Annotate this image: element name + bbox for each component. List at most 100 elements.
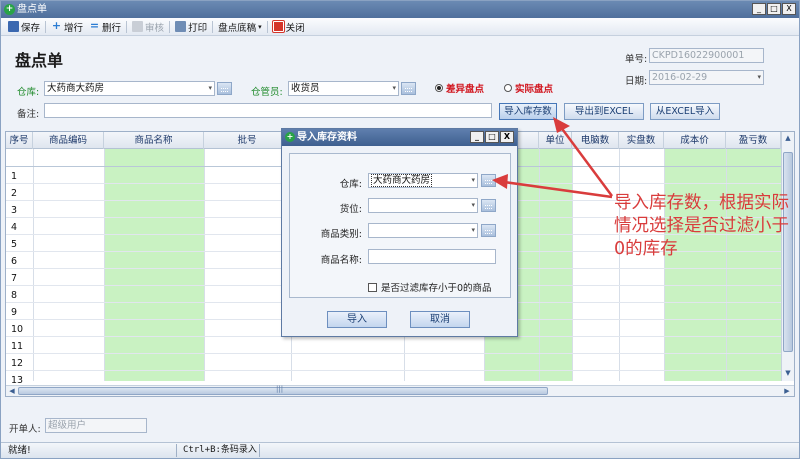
dialog-name-input[interactable] [368, 249, 496, 264]
add-row-label: 增行 [64, 22, 84, 34]
scroll-up-icon[interactable]: ▲ [783, 133, 793, 143]
chevron-down-icon: ▾ [757, 73, 761, 81]
dialog-warehouse-lookup-button[interactable] [481, 174, 496, 187]
mode-actual-radio[interactable]: 实际盘点 [504, 81, 553, 95]
chevron-down-icon: ▾ [258, 22, 262, 31]
row-number: 7 [11, 273, 18, 284]
warehouse-select[interactable]: 大药商大药房 ▾ [44, 81, 215, 96]
annotation-text: 导入库存数，根据实际情况选择是否过滤小于0的库存 [614, 193, 789, 259]
dialog-category-select[interactable]: ▾ [368, 223, 478, 238]
radio-unchecked-icon [504, 84, 512, 92]
dialog-import-button[interactable]: 导入 [327, 311, 387, 328]
dialog-location-label: 货位: [339, 204, 362, 215]
row-number: 12 [11, 358, 24, 369]
print-button[interactable]: 打印 [172, 19, 210, 35]
export-excel-button[interactable]: 导出到EXCEL [564, 103, 644, 120]
dialog-category-lookup-button[interactable] [481, 224, 496, 237]
window-title: 盘点单 [17, 4, 47, 15]
column-header-unit[interactable]: 单位 [539, 132, 572, 149]
status-text: 就绪! [8, 445, 31, 456]
audit-label: 审核 [145, 22, 165, 34]
dialog-location-lookup-button[interactable] [481, 199, 496, 212]
keeper-label: 仓管员: [251, 87, 283, 98]
scroll-right-icon[interactable]: ▶ [782, 386, 792, 396]
chevron-down-icon: ▾ [471, 176, 475, 184]
column-header-index[interactable]: 序号 [6, 132, 33, 149]
doc-no-label: 单号: [625, 54, 648, 65]
warehouse-lookup-button[interactable] [217, 82, 232, 95]
maker-field[interactable]: 超级用户 [45, 418, 147, 433]
window-controls: _ □ X [752, 3, 796, 15]
form-title: 盘点单 [15, 51, 64, 70]
column-header-cost[interactable]: 成本价 [664, 132, 726, 149]
scroll-down-icon[interactable]: ▼ [783, 368, 793, 378]
chevron-down-icon: ▾ [471, 201, 475, 209]
scroll-grip-icon: ||| [276, 385, 284, 393]
audit-button[interactable]: 审核 [129, 19, 167, 35]
barcode-hint: Ctrl+B:条码录入 [183, 445, 257, 455]
row-number: 2 [11, 188, 18, 199]
warehouse-label: 仓库: [17, 87, 40, 98]
minus-icon: = [89, 19, 100, 32]
column-header-actual-qty[interactable]: 实盘数 [619, 132, 664, 149]
minimize-button[interactable]: _ [752, 3, 766, 15]
close-form-button[interactable]: 关闭 [270, 19, 308, 35]
doc-no-field[interactable]: CKPD16022900001 [649, 48, 764, 63]
toolbar-separator [126, 20, 128, 33]
delete-row-button[interactable]: = 删行 [86, 19, 124, 35]
scroll-left-icon[interactable]: ◀ [7, 386, 17, 396]
dialog-body: 仓库: 大药商大药房 ▾ 货位: ▾ 商品类别: ▾ 商品名称: 是否过滤库存小… [289, 153, 511, 298]
row-number: 10 [11, 324, 24, 335]
chevron-down-icon: ▾ [208, 84, 212, 92]
save-button[interactable]: 保存 [5, 19, 43, 35]
app-plus-icon: + [4, 4, 15, 15]
date-label: 日期: [625, 76, 648, 87]
import-stock-button[interactable]: 导入库存数 [499, 103, 557, 120]
dialog-cancel-button[interactable]: 取消 [410, 311, 470, 328]
column-header-diff-qty[interactable]: 盈亏数 [726, 132, 781, 149]
keeper-select[interactable]: 收货员 ▾ [288, 81, 399, 96]
toolbar-separator [266, 20, 268, 33]
dialog-minimize-button[interactable]: _ [470, 131, 484, 143]
filter-negative-label: 是否过滤库存小于0的商品 [381, 283, 492, 294]
grid-horizontal-scrollbar[interactable]: ◀ ||| ▶ [6, 385, 794, 396]
mode-diff-radio[interactable]: 差异盘点 [435, 81, 484, 95]
column-header-system-qty[interactable]: 电脑数 [572, 132, 619, 149]
column-header-code[interactable]: 商品编码 [33, 132, 104, 149]
keeper-lookup-button[interactable] [401, 82, 416, 95]
maximize-button[interactable]: □ [767, 3, 781, 15]
audit-icon [132, 21, 144, 32]
close-icon [271, 20, 285, 33]
toolbar-separator [212, 20, 214, 33]
save-icon [8, 21, 19, 32]
row-number: 9 [11, 307, 18, 318]
draft-dropdown-button[interactable]: 盘点底稿 ▾ [215, 19, 265, 35]
dialog-warehouse-value: 大药商大药房 [371, 174, 433, 187]
row-number: 1 [11, 171, 18, 182]
app-plus-icon: + [285, 132, 295, 142]
row-divider [6, 370, 781, 371]
dialog-title-bar: + 导入库存资料 _ □ X [282, 129, 517, 146]
dialog-warehouse-label: 仓库: [339, 179, 362, 190]
date-picker[interactable]: 2016-02-29 ▾ [649, 70, 764, 85]
remark-input[interactable] [44, 103, 492, 118]
keeper-value: 收货员 [291, 83, 320, 94]
row-divider [6, 353, 781, 354]
add-row-button[interactable]: + 增行 [48, 19, 86, 35]
row-number: 11 [11, 341, 24, 352]
toolbar-separator [45, 20, 47, 33]
dialog-location-select[interactable]: ▾ [368, 198, 478, 213]
dialog-warehouse-select[interactable]: 大药商大药房 ▾ [368, 173, 478, 188]
date-value: 2016-02-29 [652, 72, 708, 83]
title-bar: + 盘点单 _ □ X [1, 1, 799, 18]
dialog-close-button[interactable]: X [500, 131, 514, 143]
column-header-name[interactable]: 商品名称 [104, 132, 204, 149]
import-excel-button[interactable]: 从EXCEL导入 [650, 103, 720, 120]
filter-negative-checkbox[interactable]: 是否过滤库存小于0的商品 [368, 280, 492, 294]
draft-label: 盘点底稿 [218, 22, 257, 34]
row-number: 6 [11, 256, 18, 267]
close-window-button[interactable]: X [782, 3, 796, 15]
warehouse-value: 大药商大药房 [47, 83, 105, 94]
column-header-batch[interactable]: 批号 [204, 132, 291, 149]
dialog-maximize-button[interactable]: □ [485, 131, 499, 143]
